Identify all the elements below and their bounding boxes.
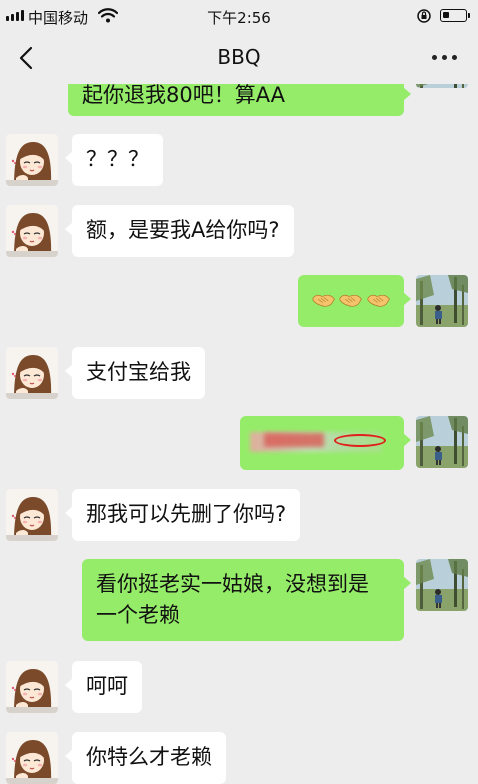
my-avatar[interactable] — [416, 559, 468, 611]
message-bubble[interactable]: 支付宝给我 — [65, 347, 205, 399]
chat-title: BBQ — [217, 45, 261, 69]
message-bubble[interactable] — [298, 275, 411, 327]
message-text-line1: 看你挺老实一姑娘，没想到是 — [96, 572, 369, 596]
more-dot-icon — [431, 54, 437, 60]
redacted-content — [250, 426, 386, 456]
my-avatar[interactable] — [416, 275, 468, 327]
contact-avatar[interactable] — [6, 489, 58, 541]
more-dot-icon — [441, 54, 447, 60]
status-bar: 中国移动 下午2:56 — [0, 0, 478, 32]
message-text: 你特么才老赖 — [86, 745, 212, 769]
message-text: 起你退我80吧！算AA — [82, 83, 286, 107]
contact-avatar[interactable] — [6, 347, 58, 399]
contact-avatar[interactable] — [6, 134, 58, 186]
more-button[interactable] — [424, 42, 464, 72]
handshake-icon — [339, 290, 362, 310]
message-bubble[interactable]: 看你挺老实一姑娘，没想到是 一个老赖 — [82, 559, 411, 641]
handshake-icon — [312, 290, 335, 310]
message-bubble[interactable]: 呵呵 — [65, 661, 142, 713]
emoji-row — [312, 285, 390, 315]
message-bubble[interactable]: ？？？ — [65, 134, 163, 186]
message-text: 支付宝给我 — [86, 360, 191, 384]
contact-avatar[interactable] — [6, 205, 58, 257]
handshake-icon — [367, 290, 390, 310]
contact-avatar[interactable] — [6, 661, 58, 713]
message-bubble[interactable]: 那我可以先删了你吗? — [64, 489, 301, 541]
orientation-lock-icon — [416, 8, 432, 28]
status-time: 下午2:56 — [207, 9, 271, 27]
chat-header: BBQ — [0, 32, 478, 84]
contact-avatar[interactable] — [6, 732, 58, 784]
more-dot-icon — [451, 54, 457, 60]
message-bubble[interactable] — [240, 416, 411, 470]
message-bubble[interactable]: 额，是要我A给你吗? — [65, 205, 294, 257]
message-text: 额，是要我A给你吗? — [86, 218, 280, 242]
message-text: ？？？ — [86, 147, 149, 171]
message-bubble[interactable]: 你特么才老赖 — [65, 732, 226, 784]
message-text: 那我可以先删了你吗? — [86, 502, 287, 526]
my-avatar[interactable] — [416, 416, 468, 468]
battery-icon — [440, 9, 470, 22]
message-list[interactable]: 起你退我80吧！算AA ？？？ 额，是要我A给你吗? 支付宝给我 那我可以先删了… — [0, 0, 478, 784]
message-text-line2: 一个老赖 — [96, 603, 180, 627]
message-text: 呵呵 — [86, 674, 128, 698]
